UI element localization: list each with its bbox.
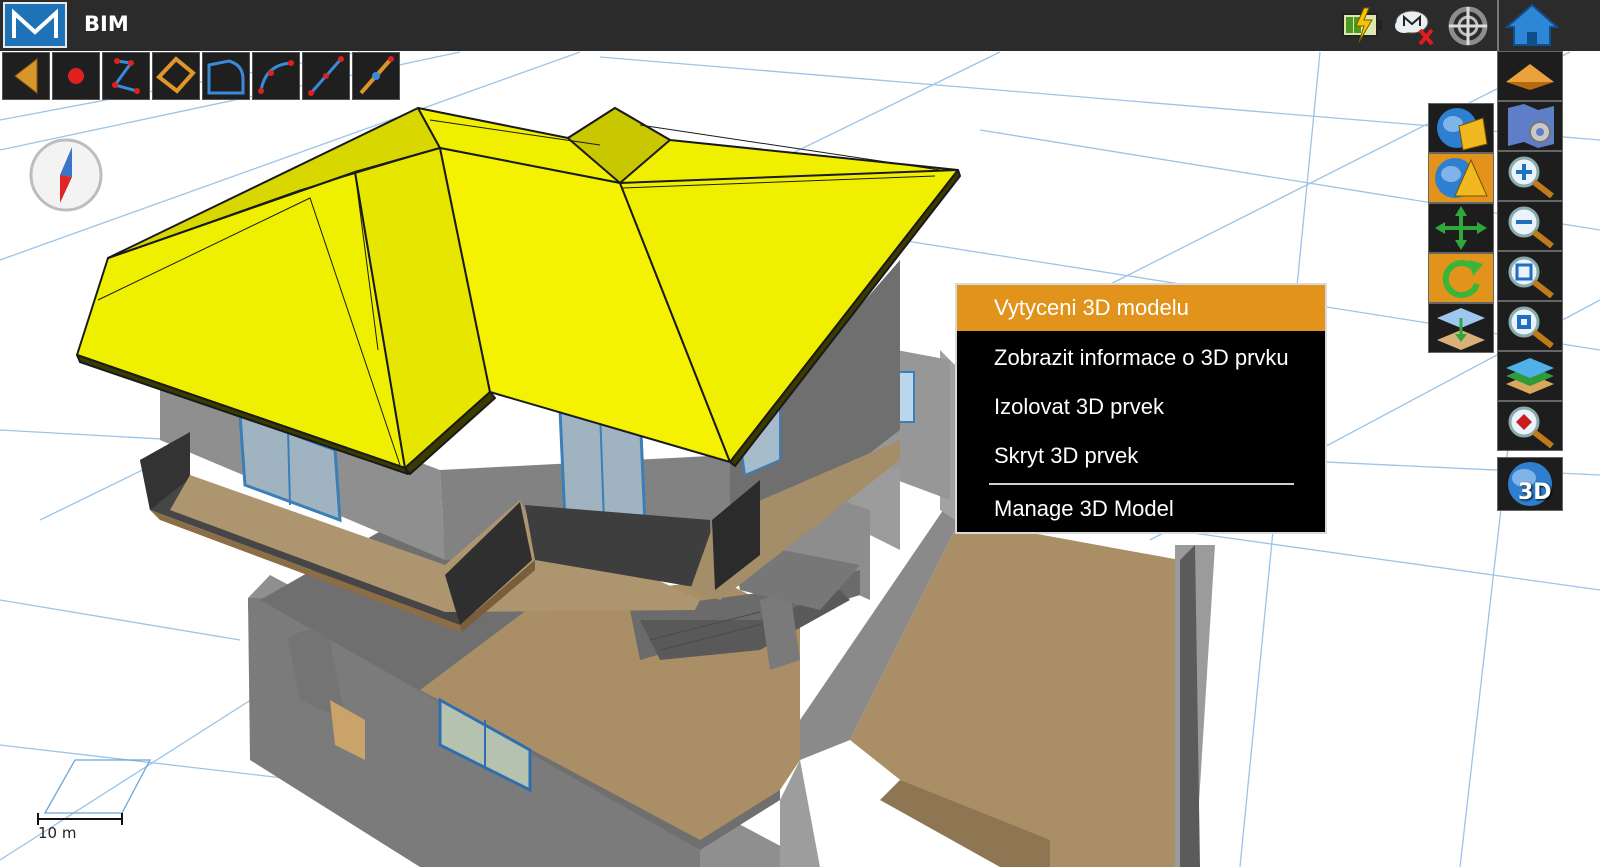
zoom-point-icon[interactable] — [1497, 401, 1563, 451]
pan-arrows-icon[interactable] — [1428, 203, 1494, 253]
logo-icon — [12, 8, 58, 38]
map-settings-icon[interactable] — [1497, 101, 1563, 151]
line-icon[interactable] — [302, 52, 350, 100]
pyramid-view-icon[interactable] — [1497, 51, 1563, 101]
app-menu-button[interactable] — [3, 2, 67, 48]
offset-line-icon[interactable] — [352, 52, 400, 100]
cloud-disconnected-icon[interactable] — [1392, 4, 1438, 46]
menu-item-hide-3d[interactable]: Skryt 3D prvek — [957, 433, 1325, 479]
globe-pyramid-icon[interactable] — [1428, 153, 1494, 203]
gps-sync-icon[interactable] — [1445, 4, 1491, 46]
layers-icon[interactable] — [1497, 351, 1563, 401]
rotate-icon[interactable] — [1428, 253, 1494, 303]
zoom-out-icon[interactable] — [1497, 201, 1563, 251]
context-menu: Vytyceni 3D modelu Zobrazit informace o … — [955, 283, 1327, 534]
drawing-toolbar — [2, 52, 400, 100]
menu-separator — [989, 483, 1294, 485]
zoom-extent-icon[interactable] — [1497, 251, 1563, 301]
menu-item-isolate-3d[interactable]: Izolovat 3D prvek — [957, 384, 1325, 430]
home-icon — [1504, 3, 1560, 46]
back-arrow-icon[interactable] — [2, 52, 50, 100]
polygon-icon[interactable] — [152, 52, 200, 100]
app-title: BIM — [84, 12, 129, 36]
layers-flip-icon[interactable] — [1428, 303, 1494, 353]
menu-item-show-3d-info[interactable]: Zobrazit informace o 3D prvku — [957, 335, 1325, 381]
zoom-fit-icon[interactable] — [1497, 301, 1563, 351]
zoom-in-icon[interactable] — [1497, 151, 1563, 201]
home-button[interactable] — [1497, 0, 1567, 51]
compass-icon[interactable] — [28, 137, 104, 213]
top-bar: BIM — [0, 0, 1600, 51]
globe-cube-icon[interactable] — [1428, 103, 1494, 153]
scale-label: 10 m — [38, 824, 77, 842]
bim-model-scene[interactable] — [0, 51, 1600, 867]
globe-3d-icon[interactable]: 3D — [1497, 457, 1563, 511]
menu-item-stakeout-3d-model[interactable]: Vytyceni 3D modelu — [957, 285, 1325, 331]
battery-charging-icon[interactable] — [1340, 4, 1386, 46]
polyline-icon[interactable] — [102, 52, 150, 100]
3d-viewport[interactable]: 10 m — [0, 51, 1600, 867]
point-icon[interactable] — [52, 52, 100, 100]
arc-icon[interactable] — [252, 52, 300, 100]
menu-item-manage-3d-model[interactable]: Manage 3D Model — [957, 486, 1325, 532]
rectangle-curve-icon[interactable] — [202, 52, 250, 100]
globe-3d-label: 3D — [1518, 480, 1552, 505]
